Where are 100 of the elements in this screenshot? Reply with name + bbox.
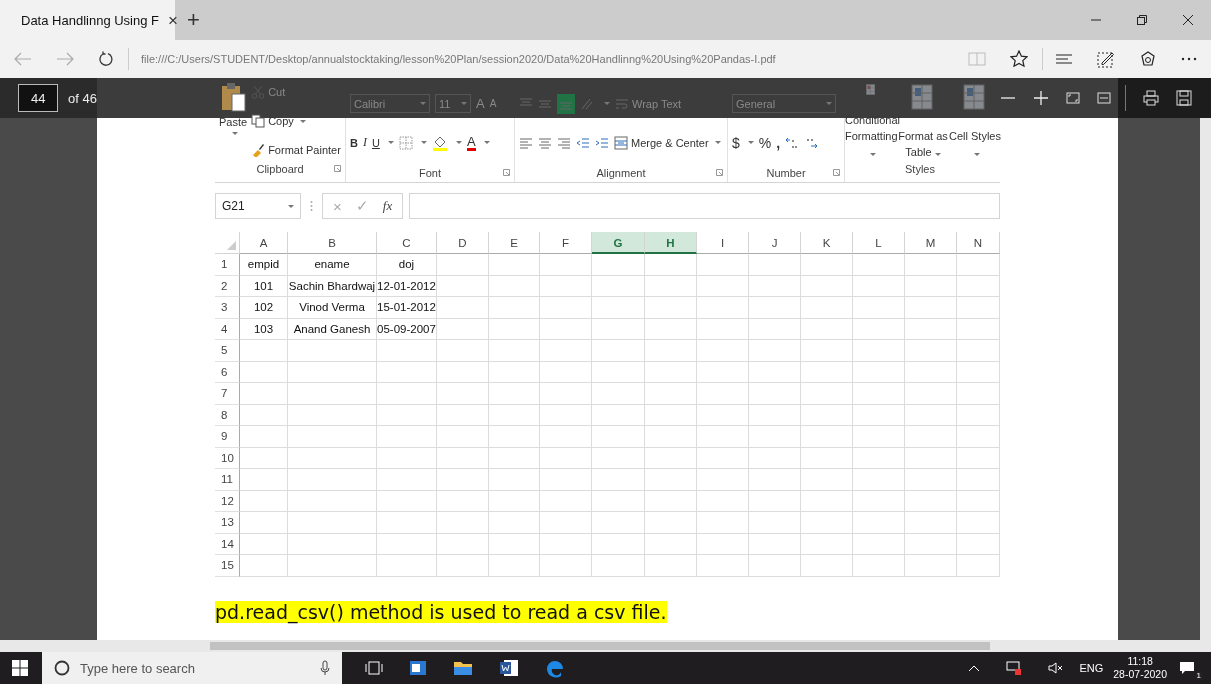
- row-header[interactable]: 5: [215, 340, 240, 362]
- row-header[interactable]: 13: [215, 512, 240, 534]
- increase-decimal-icon[interactable]: [785, 135, 800, 150]
- dialog-launcher-icon[interactable]: [833, 169, 840, 176]
- dialog-launcher-icon[interactable]: [716, 169, 723, 176]
- row-header[interactable]: 15: [215, 555, 240, 577]
- column-header[interactable]: G: [592, 232, 645, 254]
- network-icon[interactable]: [1006, 661, 1023, 675]
- fit-width-icon[interactable]: [1097, 92, 1111, 104]
- increase-indent-icon[interactable]: [595, 136, 609, 149]
- name-box[interactable]: G21: [215, 193, 301, 219]
- row-header[interactable]: 2: [215, 275, 240, 297]
- pen-note-icon[interactable]: [1097, 50, 1115, 68]
- scrollbar-thumb[interactable]: [210, 642, 990, 650]
- column-header[interactable]: K: [801, 232, 853, 254]
- star-icon[interactable]: [1010, 50, 1028, 68]
- table-cell: [801, 555, 853, 577]
- close-icon[interactable]: [1182, 14, 1194, 26]
- share-icon[interactable]: [1139, 50, 1157, 68]
- comma-button[interactable]: ,: [776, 134, 781, 151]
- align-left-icon[interactable]: [519, 136, 533, 149]
- save-icon[interactable]: [1176, 90, 1192, 106]
- row-header[interactable]: 9: [215, 426, 240, 448]
- column-header[interactable]: I: [697, 232, 749, 254]
- back-arrow-icon[interactable]: [14, 52, 32, 66]
- fit-page-icon[interactable]: [1066, 92, 1080, 104]
- column-header[interactable]: B: [288, 232, 377, 254]
- task-view-icon[interactable]: [365, 661, 383, 675]
- notification-icon[interactable]: [1179, 660, 1195, 676]
- page-number-field[interactable]: 44: [18, 84, 59, 112]
- column-header[interactable]: L: [853, 232, 905, 254]
- merge-center-button[interactable]: Merge & Center: [614, 135, 721, 150]
- align-center-icon[interactable]: [538, 136, 552, 149]
- clock-time[interactable]: 11:18: [1127, 655, 1153, 668]
- row-header[interactable]: 10: [215, 447, 240, 469]
- browser-tab[interactable]: Data Handlinng Using F ×: [0, 0, 175, 40]
- word-document-icon[interactable]: [499, 659, 519, 677]
- restore-icon[interactable]: [1136, 14, 1148, 26]
- row-header[interactable]: 7: [215, 383, 240, 405]
- bold-button[interactable]: B: [350, 136, 358, 149]
- new-tab-button[interactable]: +: [187, 9, 200, 31]
- column-header[interactable]: J: [749, 232, 801, 254]
- column-header[interactable]: A: [240, 232, 288, 254]
- edge-browser-icon[interactable]: [545, 658, 565, 678]
- column-header[interactable]: E: [489, 232, 540, 254]
- format-painter-button[interactable]: Format Painter: [251, 143, 341, 157]
- horizontal-scrollbar[interactable]: [0, 640, 1211, 652]
- language-indicator[interactable]: ENG: [1079, 662, 1104, 674]
- align-bottom-icon[interactable]: [557, 93, 575, 114]
- table-cell: [592, 533, 645, 555]
- column-header[interactable]: D: [437, 232, 489, 254]
- clock-date[interactable]: 28-07-2020: [1113, 668, 1167, 681]
- column-header[interactable]: N: [957, 232, 1000, 254]
- style-button[interactable]: Format as Table: [897, 128, 949, 160]
- window-app-icon[interactable]: [409, 660, 427, 676]
- paste-button[interactable]: Paste: [219, 82, 248, 160]
- row-header[interactable]: 6: [215, 361, 240, 383]
- search-field[interactable]: Type here to search: [42, 652, 342, 684]
- underline-button[interactable]: U: [371, 136, 380, 149]
- row-header[interactable]: 11: [215, 469, 240, 491]
- zoom-in-icon[interactable]: [1033, 90, 1049, 106]
- more-icon[interactable]: [1181, 57, 1197, 61]
- group-label: Font: [419, 167, 441, 179]
- style-button[interactable]: Cell Styles: [949, 128, 1001, 160]
- font-color-button[interactable]: A: [466, 134, 476, 151]
- decrease-indent-icon[interactable]: [576, 136, 590, 149]
- refresh-icon[interactable]: [98, 51, 114, 67]
- forward-arrow-icon[interactable]: [56, 52, 74, 66]
- row-header[interactable]: 8: [215, 404, 240, 426]
- column-header[interactable]: H: [645, 232, 697, 254]
- table-cell: [240, 340, 288, 362]
- speaker-muted-icon[interactable]: [1048, 661, 1065, 675]
- table-cell: [957, 533, 1000, 555]
- copy-button[interactable]: Copy: [251, 114, 341, 128]
- table-cell: [697, 447, 749, 469]
- fill-color-icon[interactable]: [431, 134, 448, 151]
- folder-icon[interactable]: [453, 660, 473, 676]
- vertical-scrollbar[interactable]: [1200, 118, 1211, 640]
- row-header[interactable]: 14: [215, 533, 240, 555]
- insert-function-button[interactable]: fx: [382, 198, 393, 214]
- borders-icon[interactable]: [398, 135, 413, 150]
- italic-button[interactable]: I: [362, 135, 367, 150]
- chevron-up-icon[interactable]: [968, 664, 981, 672]
- hub-icon[interactable]: [1055, 52, 1073, 66]
- align-right-icon[interactable]: [557, 136, 571, 149]
- column-header[interactable]: M: [905, 232, 957, 254]
- table-cell: [592, 275, 645, 297]
- formula-input[interactable]: [409, 193, 1000, 219]
- row-header[interactable]: 3: [215, 297, 240, 319]
- dialog-launcher-icon[interactable]: [334, 165, 341, 172]
- row-header[interactable]: 4: [215, 318, 240, 340]
- dialog-launcher-icon[interactable]: [503, 169, 510, 176]
- row-header[interactable]: 1: [215, 254, 240, 276]
- row-header[interactable]: 12: [215, 490, 240, 512]
- currency-button[interactable]: $: [732, 134, 740, 151]
- percent-button[interactable]: %: [758, 134, 772, 151]
- print-icon[interactable]: [1143, 90, 1159, 106]
- windows-start-icon[interactable]: [12, 660, 28, 676]
- close-tab-button[interactable]: ×: [168, 11, 178, 29]
- column-header[interactable]: C: [377, 232, 437, 254]
